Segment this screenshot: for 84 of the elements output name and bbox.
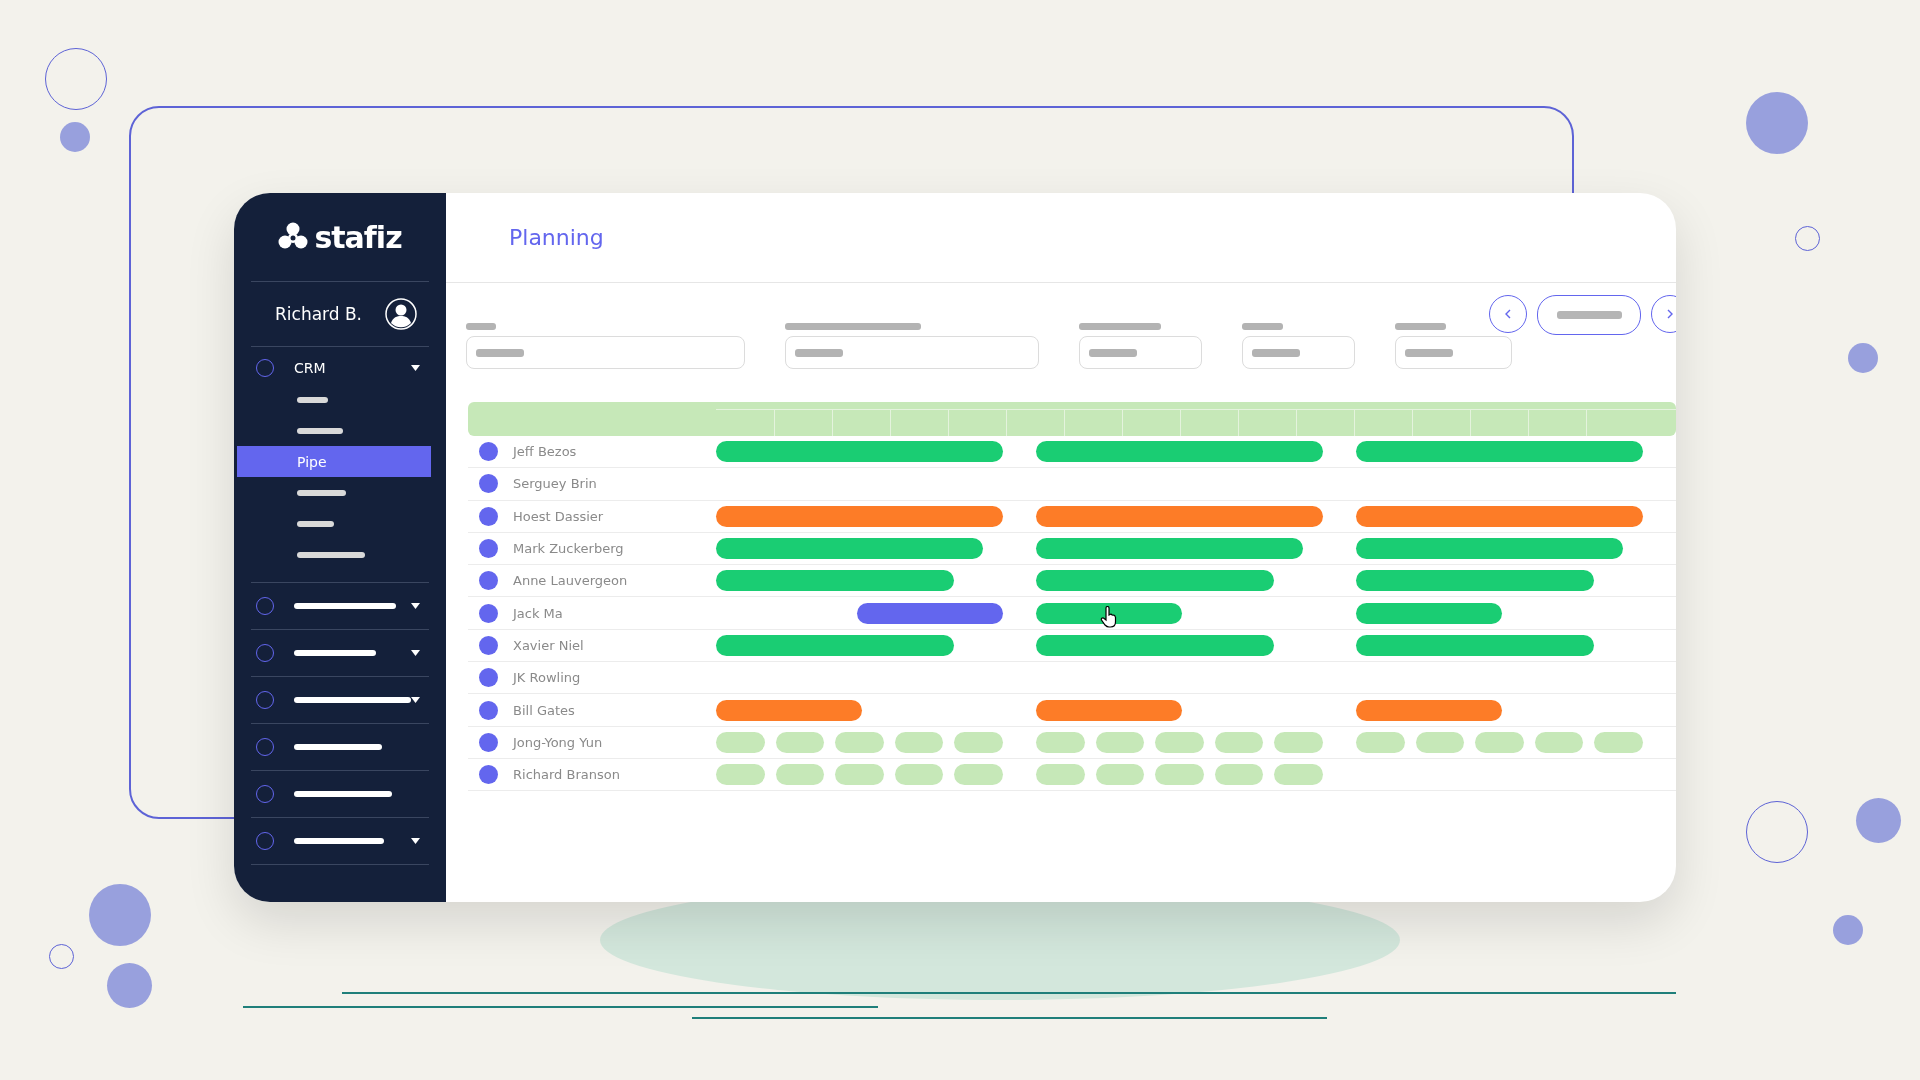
day-slot[interactable] xyxy=(775,764,825,786)
avatar-dot xyxy=(479,668,498,688)
hand-pointer-icon xyxy=(1100,606,1118,628)
day-slot[interactable] xyxy=(1214,731,1264,753)
input-field[interactable] xyxy=(1079,336,1202,369)
booking-bar[interactable] xyxy=(1036,699,1182,721)
user-name: Richard B. xyxy=(275,304,363,324)
day-slot[interactable] xyxy=(716,731,765,753)
avatar-dot xyxy=(479,506,498,526)
day-slot[interactable] xyxy=(1095,764,1145,786)
booking-bar[interactable] xyxy=(1356,505,1643,527)
day-slot[interactable] xyxy=(716,764,765,786)
input-field[interactable] xyxy=(1242,336,1355,369)
avatar-dot xyxy=(479,635,498,655)
caret-icon[interactable] xyxy=(411,603,420,609)
circle-decoration xyxy=(1856,798,1901,843)
day-slot[interactable] xyxy=(954,731,1003,753)
input-field[interactable] xyxy=(785,336,1039,369)
booking-bar[interactable] xyxy=(1036,505,1323,527)
day-slot[interactable] xyxy=(775,731,825,753)
caret-icon[interactable] xyxy=(411,650,420,656)
avatar-dot xyxy=(479,700,498,720)
day-slot[interactable] xyxy=(1155,731,1204,753)
period-selector[interactable] xyxy=(1537,295,1641,335)
person-name: Serguey Brin xyxy=(513,476,598,492)
day-slot[interactable] xyxy=(835,764,884,786)
avatar-dot xyxy=(479,539,498,559)
nav-item[interactable]: CRM xyxy=(294,360,411,376)
circle-decoration xyxy=(1833,915,1863,945)
avatar-dot xyxy=(479,603,498,623)
submenu-item[interactable]: Pipe xyxy=(237,446,431,477)
avatar-dot xyxy=(479,571,498,591)
input-field[interactable] xyxy=(466,336,745,369)
day-slot[interactable] xyxy=(1534,731,1584,753)
circle-decoration xyxy=(107,963,152,1008)
caret-icon[interactable] xyxy=(411,838,420,844)
person-name: Xavier Niel xyxy=(513,637,585,653)
day-slot[interactable] xyxy=(835,731,884,753)
person-name: Hoest Dassier xyxy=(513,508,605,524)
page-title: Planning xyxy=(509,225,604,250)
day-slot[interactable] xyxy=(1475,731,1524,753)
person-name: Mark Zuckerberg xyxy=(513,541,625,557)
person-name: Anne Lauvergeon xyxy=(513,573,629,589)
placeholder-bar xyxy=(466,323,496,330)
circle-decoration xyxy=(1848,343,1878,373)
booking-bar[interactable] xyxy=(716,699,862,721)
day-slot[interactable] xyxy=(954,764,1003,786)
booking-bar[interactable] xyxy=(1356,699,1502,721)
day-slot[interactable] xyxy=(1214,764,1264,786)
booking-bar[interactable] xyxy=(1036,602,1182,624)
day-slot[interactable] xyxy=(1274,731,1323,753)
circle-decoration xyxy=(60,122,90,152)
day-slot[interactable] xyxy=(894,731,944,753)
day-slot[interactable] xyxy=(1036,764,1085,786)
chevron-left-icon xyxy=(1503,309,1513,319)
day-slot[interactable] xyxy=(1594,731,1643,753)
day-slot[interactable] xyxy=(1095,731,1145,753)
avatar-dot xyxy=(479,474,498,494)
caret-icon[interactable] xyxy=(411,365,420,371)
person-name: Richard Branson xyxy=(513,767,621,783)
avatar-icon[interactable] xyxy=(385,298,417,330)
caret-icon[interactable] xyxy=(411,697,420,703)
day-slot[interactable] xyxy=(1356,731,1405,753)
person-name: Bill Gates xyxy=(513,702,576,718)
input-field[interactable] xyxy=(1395,336,1512,369)
person-name: Jong-Yong Yun xyxy=(513,734,604,750)
day-slot[interactable] xyxy=(1274,764,1323,786)
day-slot[interactable] xyxy=(1415,731,1465,753)
booking-bar[interactable] xyxy=(716,505,1003,527)
day-slot[interactable] xyxy=(894,764,944,786)
chevron-right-icon xyxy=(1665,309,1675,319)
day-slot[interactable] xyxy=(1036,731,1085,753)
booking-bar[interactable] xyxy=(857,602,1003,624)
avatar-dot xyxy=(479,442,498,462)
logo-text: stafiz xyxy=(314,219,402,255)
previous-button[interactable] xyxy=(1489,295,1527,333)
person-name: Jeff Bezos xyxy=(513,444,578,460)
avatar-dot xyxy=(479,765,498,785)
day-slot[interactable] xyxy=(1155,764,1204,786)
placeholder-bar xyxy=(1242,323,1283,330)
person-name: Jack Ma xyxy=(513,605,564,621)
avatar-dot xyxy=(479,732,498,752)
person-name: JK Rowling xyxy=(513,670,582,686)
placeholder-bar xyxy=(1395,323,1446,330)
